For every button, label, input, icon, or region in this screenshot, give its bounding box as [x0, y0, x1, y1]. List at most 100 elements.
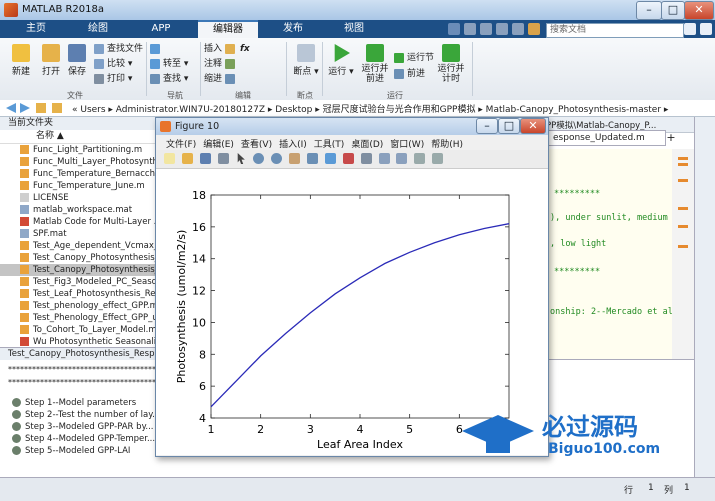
figure-close-button[interactable]: ✕: [520, 118, 546, 134]
up-folder-icon[interactable]: [36, 103, 46, 113]
new-figure-icon[interactable]: [164, 153, 175, 164]
run-and-time-button[interactable]: 运行并 计时: [436, 44, 466, 84]
search-icon[interactable]: [684, 23, 696, 35]
show-plot-tools-icon[interactable]: [432, 153, 444, 164]
browse-folder-icon[interactable]: [52, 103, 62, 113]
editor-code-view[interactable]: ********* ), under sunlit, medium d , lo…: [546, 149, 678, 359]
save-button[interactable]: 保存: [64, 44, 90, 77]
name-column-header[interactable]: 名称 ▲: [0, 130, 158, 144]
run-button[interactable]: 运行 ▾: [328, 44, 354, 77]
cut-icon[interactable]: [464, 23, 476, 35]
figure-menu-item[interactable]: 查看(V): [241, 140, 272, 150]
tab-0[interactable]: 主页: [0, 20, 72, 38]
insert-button[interactable]: 插入: [204, 43, 238, 56]
breakpoints-button[interactable]: 断点 ▾: [292, 44, 320, 77]
figure-menu-item[interactable]: 编辑(E): [203, 140, 234, 150]
address-bar[interactable]: « Users ▸ Administrator.WIN7U-20180127Z …: [0, 100, 715, 117]
file-list-item[interactable]: Func_Temperature_Bernacchi...: [0, 168, 158, 180]
quick-save-icon[interactable]: [448, 23, 460, 35]
pointer-icon[interactable]: [237, 153, 245, 164]
data-cursor-icon[interactable]: [324, 153, 336, 164]
current-folder-path[interactable]: « Users ▸ Administrator.WIN7U-20180127Z …: [72, 102, 668, 115]
section-item[interactable]: Step 3--Modeled GPP-PAR by...: [0, 421, 158, 433]
file-list-item[interactable]: Test_Fig3_Modeled_PC_Seaso...: [0, 276, 158, 288]
tab-5[interactable]: 视图: [328, 20, 380, 38]
find-button[interactable]: 查找 ▾: [150, 73, 188, 86]
warning-marker[interactable]: [678, 207, 688, 210]
compare-button[interactable]: 比较 ▾: [94, 58, 132, 71]
print-figure-icon[interactable]: [217, 153, 229, 164]
file-list-item[interactable]: SPF.mat: [0, 228, 158, 240]
forward-arrow-icon[interactable]: [20, 103, 30, 113]
fx-button[interactable]: fx: [240, 43, 250, 56]
figure-minimize-button[interactable]: –: [476, 118, 498, 134]
comment-button[interactable]: 注释: [204, 58, 238, 71]
figure-menu-item[interactable]: 桌面(D): [351, 140, 383, 150]
file-list-item[interactable]: Test_Canopy_Photosynthesis_...: [0, 264, 158, 276]
link-plot-icon[interactable]: [360, 153, 372, 164]
minimize-button[interactable]: –: [636, 1, 662, 20]
editor-tab-active[interactable]: esponse_Updated.m: [548, 130, 666, 146]
section-item[interactable]: Step 1--Model parameters: [0, 397, 158, 409]
close-button[interactable]: ✕: [684, 1, 714, 20]
warning-marker[interactable]: [678, 225, 688, 228]
tab-4[interactable]: 发布: [258, 20, 328, 38]
section-item[interactable]: Step 4--Modeled GPP-Temper...: [0, 433, 158, 445]
help-icon[interactable]: [528, 23, 540, 35]
back-arrow-icon[interactable]: [6, 103, 16, 113]
file-list-item[interactable]: Func_Multi_Layer_Photosynthe...: [0, 156, 158, 168]
file-list-item[interactable]: matlab_workspace.mat: [0, 204, 158, 216]
tab-2[interactable]: APP: [124, 20, 198, 38]
brush-icon[interactable]: [342, 153, 354, 164]
editor-scrollbar[interactable]: [672, 149, 694, 359]
figure-menu-item[interactable]: 插入(I): [279, 140, 307, 150]
figure-menu-item[interactable]: 帮助(H): [431, 140, 463, 150]
zoom-out-icon[interactable]: [271, 153, 283, 164]
file-list-item[interactable]: Func_Light_Partitioning.m: [0, 144, 158, 156]
figure-menu-item[interactable]: 文件(F): [166, 140, 196, 150]
figure-menu-item[interactable]: 工具(T): [314, 140, 345, 150]
run-and-advance-button[interactable]: 运行并 前进: [360, 44, 390, 84]
indent-button[interactable]: 缩进: [204, 73, 238, 86]
redo-icon[interactable]: [512, 23, 524, 35]
file-list-item[interactable]: Test_Canopy_Photosynthesis_...: [0, 252, 158, 264]
rotate-3d-icon[interactable]: [307, 153, 318, 164]
file-list-item[interactable]: Test_Age_dependent_Vcmax_...: [0, 240, 158, 252]
run-section-button[interactable]: 运行节: [394, 52, 434, 65]
tab-1[interactable]: 绘图: [72, 20, 124, 38]
colorbar-icon[interactable]: [378, 153, 390, 164]
file-list-item[interactable]: Test_Phenology_Effect_GPP_up...: [0, 312, 158, 324]
save-figure-icon[interactable]: [199, 153, 211, 164]
dropdown-icon[interactable]: [700, 23, 712, 35]
open-file-icon[interactable]: [181, 153, 193, 164]
legend-icon[interactable]: [396, 153, 408, 164]
warning-marker[interactable]: [678, 245, 688, 248]
hide-plot-tools-icon[interactable]: [414, 153, 426, 164]
back-nav-button[interactable]: [150, 43, 163, 56]
new-button[interactable]: 新建: [6, 44, 36, 77]
search-docs-input[interactable]: 搜索文档: [546, 23, 684, 38]
file-list-item[interactable]: To_Cohort_To_Layer_Model.m: [0, 324, 158, 336]
new-tab-button[interactable]: +: [664, 131, 678, 144]
pan-hand-icon[interactable]: [289, 153, 301, 164]
goto-button[interactable]: 转至 ▾: [150, 58, 188, 71]
file-list-item[interactable]: LICENSE: [0, 192, 158, 204]
file-list-item[interactable]: Func_Temperature_June.m: [0, 180, 158, 192]
zoom-in-icon[interactable]: [253, 153, 265, 164]
undo-icon[interactable]: [496, 23, 508, 35]
warning-marker[interactable]: [678, 163, 688, 166]
copy-icon[interactable]: [480, 23, 492, 35]
file-list-item[interactable]: Test_Leaf_Photosynthesis_Res...: [0, 288, 158, 300]
tab-3[interactable]: 编辑器: [198, 20, 258, 38]
file-list-item[interactable]: Test_phenology_effect_GPP.m: [0, 300, 158, 312]
find-files-button[interactable]: 查找文件: [94, 43, 143, 56]
section-item[interactable]: Step 2--Test the number of lay...: [0, 409, 158, 421]
file-list-item[interactable]: Matlab Code for Multi-Layer ...: [0, 216, 158, 228]
warning-marker[interactable]: [678, 157, 688, 160]
advance-button[interactable]: 前进: [394, 68, 425, 81]
figure-maximize-button[interactable]: □: [498, 118, 520, 134]
open-button[interactable]: 打开: [36, 44, 66, 77]
print-button[interactable]: 打印 ▾: [94, 73, 132, 86]
maximize-button[interactable]: □: [661, 1, 685, 20]
section-item[interactable]: Step 5--Modeled GPP-LAI: [0, 445, 158, 457]
